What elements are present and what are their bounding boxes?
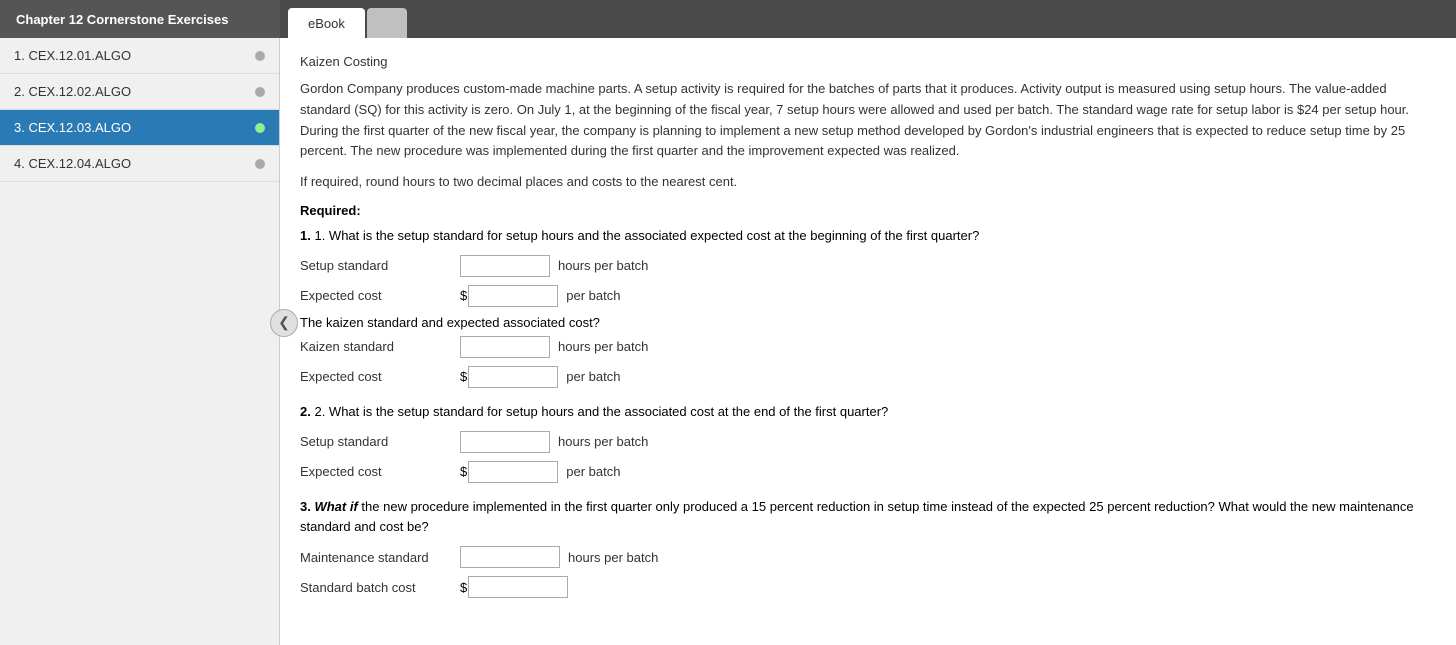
q2-expected-cost-dollar: $ xyxy=(460,464,467,479)
q1-kaizen-expected-cost-label: Expected cost xyxy=(300,369,460,384)
q2-setup-standard-input[interactable] xyxy=(460,431,550,453)
sidebar-item-cex1201[interactable]: 1. CEX.12.01.ALGO xyxy=(0,38,279,74)
q3-standard-batch-cost-label: Standard batch cost xyxy=(300,580,460,595)
q3-label-suffix: the new procedure implemented in the fir… xyxy=(300,499,1414,535)
question-3-label: 3. What if the new procedure implemented… xyxy=(300,497,1436,539)
q1-expected-cost-input[interactable] xyxy=(468,285,558,307)
q2-expected-cost-label: Expected cost xyxy=(300,464,460,479)
q2-expected-cost-unit: per batch xyxy=(566,464,620,479)
required-label: Required: xyxy=(300,203,1436,218)
q1-kaizen-standard-label: Kaizen standard xyxy=(300,339,460,354)
q3-maintenance-standard-unit: hours per batch xyxy=(568,550,658,565)
sidebar-item-label: 1. CEX.12.01.ALGO xyxy=(14,48,131,63)
q2-setup-standard-row: Setup standard hours per batch xyxy=(300,431,1436,453)
sidebar-item-cex1202[interactable]: 2. CEX.12.02.ALGO xyxy=(0,74,279,110)
q3-maintenance-standard-row: Maintenance standard hours per batch xyxy=(300,546,1436,568)
q1-setup-standard-row: Setup standard hours per batch xyxy=(300,255,1436,277)
sidebar-dot-2 xyxy=(255,87,265,97)
question-2-label: 2. 2. What is the setup standard for set… xyxy=(300,402,1436,423)
q1-kaizen-standard-input[interactable] xyxy=(460,336,550,358)
content-area: Kaizen Costing Gordon Company produces c… xyxy=(280,38,1456,645)
q1-kaizen-standard-row: Kaizen standard hours per batch xyxy=(300,336,1436,358)
sidebar-item-label: 3. CEX.12.03.ALGO xyxy=(14,120,131,135)
sidebar-item-label: 4. CEX.12.04.ALGO xyxy=(14,156,131,171)
q3-maintenance-standard-label: Maintenance standard xyxy=(300,550,460,565)
q3-maintenance-standard-input[interactable] xyxy=(460,546,560,568)
instruction-text: If required, round hours to two decimal … xyxy=(300,172,1436,193)
sidebar-item-cex1203[interactable]: 3. CEX.12.03.ALGO xyxy=(0,110,279,146)
collapse-sidebar-button[interactable]: ❮ xyxy=(270,309,298,337)
sidebar-item-label: 2. CEX.12.02.ALGO xyxy=(14,84,131,99)
sidebar-dot-4 xyxy=(255,159,265,169)
q1-expected-cost-dollar: $ xyxy=(460,288,467,303)
sidebar-item-cex1204[interactable]: 4. CEX.12.04.ALGO xyxy=(0,146,279,182)
tab-second[interactable] xyxy=(367,8,407,38)
tab-bar: eBook xyxy=(280,0,409,38)
q3-standard-batch-cost-dollar: $ xyxy=(460,580,467,595)
chapter-title: Chapter 12 Cornerstone Exercises xyxy=(0,0,280,38)
main-area: 1. CEX.12.01.ALGO 2. CEX.12.02.ALGO 3. C… xyxy=(0,38,1456,645)
tab-ebook[interactable]: eBook xyxy=(288,8,365,38)
q1-expected-cost-label: Expected cost xyxy=(300,288,460,303)
q1-expected-cost-row: Expected cost $ per batch xyxy=(300,285,1436,307)
q1-kaizen-standard-unit: hours per batch xyxy=(558,339,648,354)
q3-standard-batch-cost-input[interactable] xyxy=(468,576,568,598)
sidebar-dot-3 xyxy=(255,123,265,133)
q1-expected-cost-unit: per batch xyxy=(566,288,620,303)
section-title: Kaizen Costing xyxy=(300,54,1436,69)
q3-label-italic: What if xyxy=(314,499,357,514)
q1-kaizen-expected-cost-row: Expected cost $ per batch xyxy=(300,366,1436,388)
question-2-block: 2. 2. What is the setup standard for set… xyxy=(300,402,1436,483)
kaizen-section-label: The kaizen standard and expected associa… xyxy=(300,315,1436,330)
top-header: Chapter 12 Cornerstone Exercises eBook xyxy=(0,0,1456,38)
question-1-label: 1. 1. What is the setup standard for set… xyxy=(300,226,1436,247)
q1-kaizen-expected-cost-input[interactable] xyxy=(468,366,558,388)
sidebar-dot-1 xyxy=(255,51,265,61)
q2-expected-cost-row: Expected cost $ per batch xyxy=(300,461,1436,483)
q1-setup-standard-label: Setup standard xyxy=(300,258,460,273)
q1-setup-standard-unit: hours per batch xyxy=(558,258,648,273)
q2-setup-standard-label: Setup standard xyxy=(300,434,460,449)
sidebar: 1. CEX.12.01.ALGO 2. CEX.12.02.ALGO 3. C… xyxy=(0,38,280,645)
question-1-block: 1. 1. What is the setup standard for set… xyxy=(300,226,1436,388)
q1-setup-standard-input[interactable] xyxy=(460,255,550,277)
q1-kaizen-expected-cost-dollar: $ xyxy=(460,369,467,384)
q2-setup-standard-unit: hours per batch xyxy=(558,434,648,449)
q2-expected-cost-input[interactable] xyxy=(468,461,558,483)
q3-standard-batch-cost-row: Standard batch cost $ xyxy=(300,576,1436,598)
problem-text: Gordon Company produces custom-made mach… xyxy=(300,79,1436,162)
q3-label-prefix: 3. xyxy=(300,499,311,514)
question-3-block: 3. What if the new procedure implemented… xyxy=(300,497,1436,599)
q1-kaizen-expected-cost-unit: per batch xyxy=(566,369,620,384)
